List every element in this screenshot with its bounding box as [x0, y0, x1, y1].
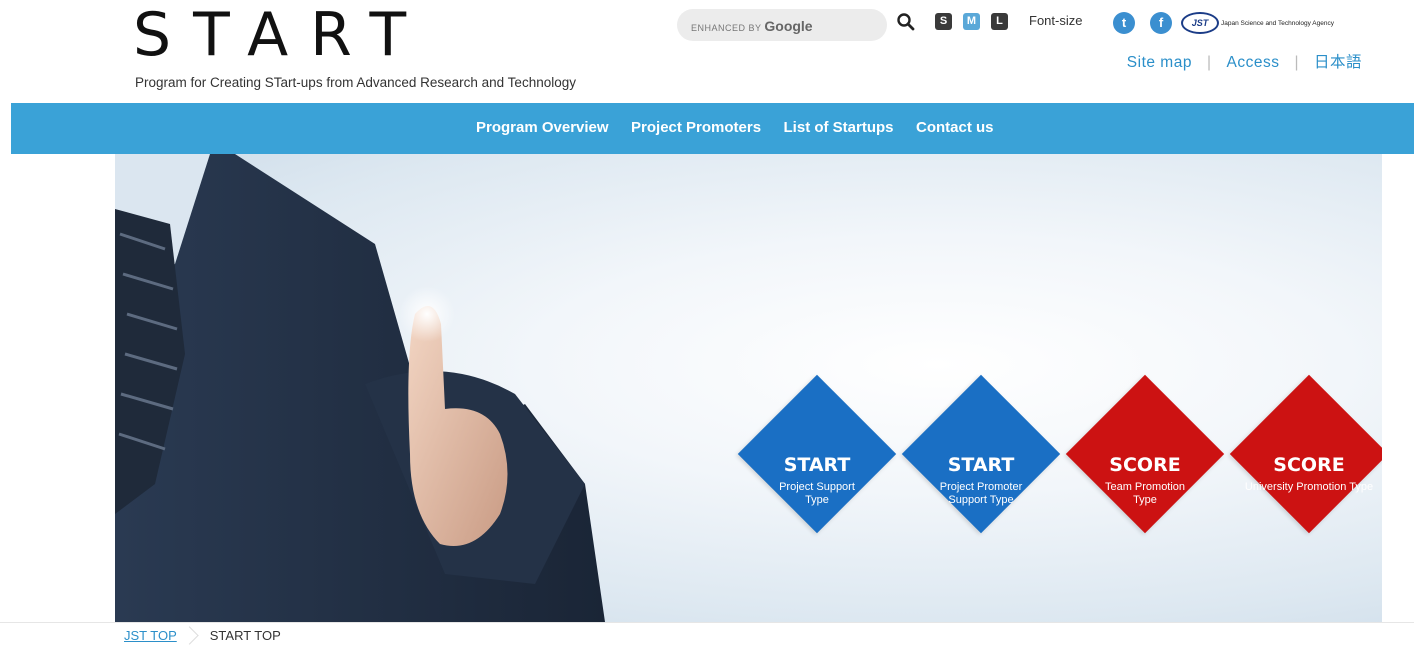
search-placeholder: ENHANCED BY Google — [691, 18, 813, 34]
font-size-large-button[interactable]: L — [991, 13, 1008, 30]
diamond-label: START Project Promoter Support Type — [939, 454, 1023, 506]
diamond-label: SCORE Team Promotion Type — [1104, 454, 1186, 506]
site-logo[interactable]: START — [133, 2, 428, 68]
access-link[interactable]: Access — [1226, 54, 1279, 71]
nav-list-of-startups[interactable]: List of Startups — [784, 119, 894, 136]
businessman-pointing-image — [115, 154, 605, 622]
jst-logo[interactable]: JST Japan Science and Technology Agency — [1181, 12, 1334, 34]
hero-banner: START Project Support Type START Project… — [115, 154, 1382, 622]
jst-logo-mark: JST — [1181, 12, 1219, 34]
chevron-right-icon — [180, 626, 199, 645]
japanese-link[interactable]: 日本語 — [1314, 54, 1362, 71]
twitter-icon[interactable]: t — [1113, 12, 1135, 34]
divider: | — [1294, 54, 1299, 71]
search-icon — [897, 13, 915, 31]
site-header: START Program for Creating STart-ups fro… — [0, 0, 1414, 100]
facebook-icon[interactable]: f — [1150, 12, 1172, 34]
divider: | — [1206, 54, 1212, 71]
breadcrumb-home-link[interactable]: JST TOP — [124, 628, 177, 643]
search-button[interactable] — [896, 12, 916, 32]
breadcrumb-current: START TOP — [209, 628, 281, 643]
font-size-label: Font-size — [1029, 13, 1083, 28]
divider — [0, 622, 1414, 623]
font-size-small-button[interactable]: S — [935, 13, 952, 30]
main-nav: Program Overview Project Promoters List … — [11, 103, 1414, 154]
jst-logo-name: Japan Science and Technology Agency — [1221, 19, 1334, 27]
nav-program-overview[interactable]: Program Overview — [476, 119, 609, 136]
search-input[interactable]: ENHANCED BY Google — [677, 9, 887, 41]
nav-project-promoters[interactable]: Project Promoters — [631, 119, 761, 136]
nav-contact-us[interactable]: Contact us — [916, 119, 994, 136]
sitemap-link[interactable]: Site map — [1127, 54, 1192, 71]
diamond-label: SCORE University Promotion Type — [1244, 454, 1374, 493]
breadcrumb: JST TOP START TOP — [124, 626, 281, 645]
diamond-label: START Project Support Type — [779, 454, 855, 506]
site-tagline: Program for Creating STart-ups from Adva… — [135, 75, 576, 90]
font-size-medium-button[interactable]: M — [963, 13, 980, 30]
utility-links: Site map | Access | 日本語 — [1127, 50, 1362, 72]
